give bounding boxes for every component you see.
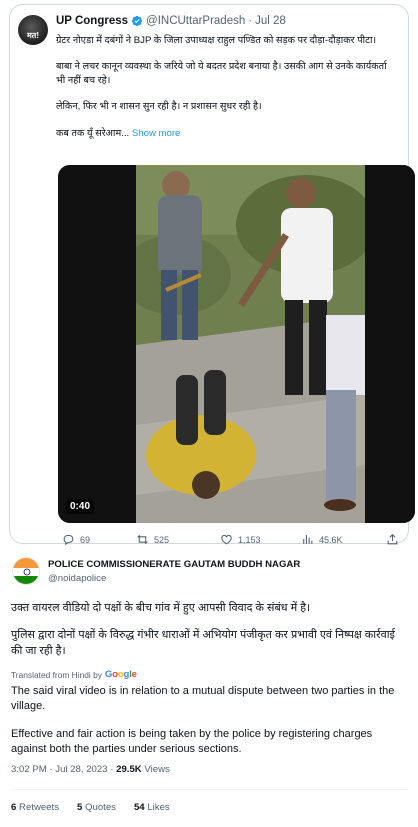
author-handle[interactable]: @noidapolice [48, 573, 106, 584]
share-action[interactable] [386, 533, 399, 546]
quoted-paragraph: लेकिन, फिर भी न शासन सुन रही है। न प्रशा… [56, 101, 262, 113]
video-letterbox-right [365, 165, 415, 523]
quoted-tweet-text: ग्रेटर नोएडा में दबंगों ने BJP के जिला उ… [56, 34, 396, 140]
tweet-text: उक्त वायरल वीडियो दो पक्षों के बीच गांव … [11, 600, 407, 670]
retweets-label: Retweets [19, 802, 60, 813]
quoted-author-handle[interactable]: @INCUttarPradesh [146, 15, 245, 27]
india-flag-icon [13, 558, 39, 584]
views-count: 45.6K [319, 534, 343, 545]
quoted-author-avatar[interactable]: मत! [18, 15, 48, 45]
heart-icon [221, 534, 232, 545]
translation-paragraph: The said viral video is in relation to a… [11, 685, 395, 712]
video-frame [136, 165, 365, 523]
retweets-count: 6 [11, 802, 17, 813]
quoted-paragraph-truncated: कब तक यूँ सरेआम... [56, 127, 130, 139]
likes-label: Likes [147, 802, 170, 813]
views-label: Views [144, 764, 170, 775]
quotes-label: Quotes [85, 802, 116, 813]
google-logo: Google [104, 669, 137, 680]
quoted-paragraph: ग्रेटर नोएडा में दबंगों ने BJP के जिला उ… [56, 35, 377, 46]
meta-separator: · [49, 764, 53, 775]
reply-icon [63, 534, 74, 546]
reply-action[interactable]: 69 [62, 533, 90, 546]
tweet-time[interactable]: 3:02 PM [11, 764, 47, 775]
video-player[interactable]: 0:40 [58, 165, 415, 523]
author-name[interactable]: POLICE COMMISSIONERATE GAUTAM BUDDH NAGA… [48, 559, 300, 570]
author-avatar[interactable] [12, 557, 40, 585]
video-letterbox-left [58, 165, 136, 523]
retweet-action[interactable]: 525 [136, 533, 169, 546]
retweets-stat[interactable]: 6 Retweets [11, 802, 59, 813]
meta-separator: · [110, 764, 114, 775]
quoted-tweet-header: UP Congress @INCUttarPradesh · Jul 28 [56, 15, 286, 27]
share-icon [387, 533, 398, 545]
video-duration: 0:40 [66, 499, 95, 514]
tweet-date[interactable]: Jul 28, 2023 [55, 764, 107, 775]
quoted-avatar-text: मत! [26, 31, 39, 40]
views-count: 29.5K [116, 764, 142, 775]
quoted-author-name[interactable]: UP Congress [56, 15, 128, 27]
header-separator: · [248, 15, 253, 27]
verified-badge-icon [131, 15, 143, 27]
like-count: 1,153 [238, 534, 261, 545]
tweet-meta: 3:02 PM · Jul 28, 2023 · 29.5K Views [11, 764, 170, 775]
engagement-stats: 6 Retweets 5 Quotes 54 Likes [11, 802, 170, 813]
quotes-count: 5 [77, 802, 83, 813]
translated-text: The said viral video is in relation to a… [11, 684, 401, 770]
video-thumbnail [136, 165, 365, 523]
translation-attribution[interactable]: Translated from Hindi by Google [11, 669, 137, 680]
quoted-tweet-date[interactable]: Jul 28 [255, 15, 286, 27]
tweet-paragraph: पुलिस द्वारा दोनों पक्षों के विरुद्ध गंभ… [11, 629, 395, 657]
quoted-paragraph: बाबा ने लचर कानून व्यवस्था के जरिये जो य… [56, 61, 387, 86]
quoted-tweet-actions: 69 525 1,153 45.6K [56, 533, 406, 547]
translated-label: Translated from Hindi by [11, 669, 102, 680]
likes-stat[interactable]: 54 Likes [134, 802, 170, 813]
tweet-paragraph: उक्त वायरल वीडियो दो पक्षों के बीच गांव … [11, 602, 311, 614]
translation-paragraph: Effective and fair action is being taken… [11, 728, 373, 755]
quoted-paragraph: कब तक यूँ सरेआम... Show more [56, 127, 396, 140]
retweet-count: 525 [154, 534, 170, 545]
like-action[interactable]: 1,153 [220, 533, 261, 546]
views-icon [303, 535, 313, 544]
show-more-link[interactable]: Show more [132, 128, 181, 139]
views-action[interactable]: 45.6K [301, 533, 343, 546]
divider [11, 789, 407, 790]
quoted-tweet-card[interactable]: मत! UP Congress @INCUttarPradesh · Jul 2… [9, 4, 415, 547]
likes-count: 54 [133, 802, 145, 813]
reply-count: 69 [80, 534, 91, 545]
quotes-stat[interactable]: 5 Quotes [77, 802, 116, 813]
retweet-icon [137, 534, 148, 545]
